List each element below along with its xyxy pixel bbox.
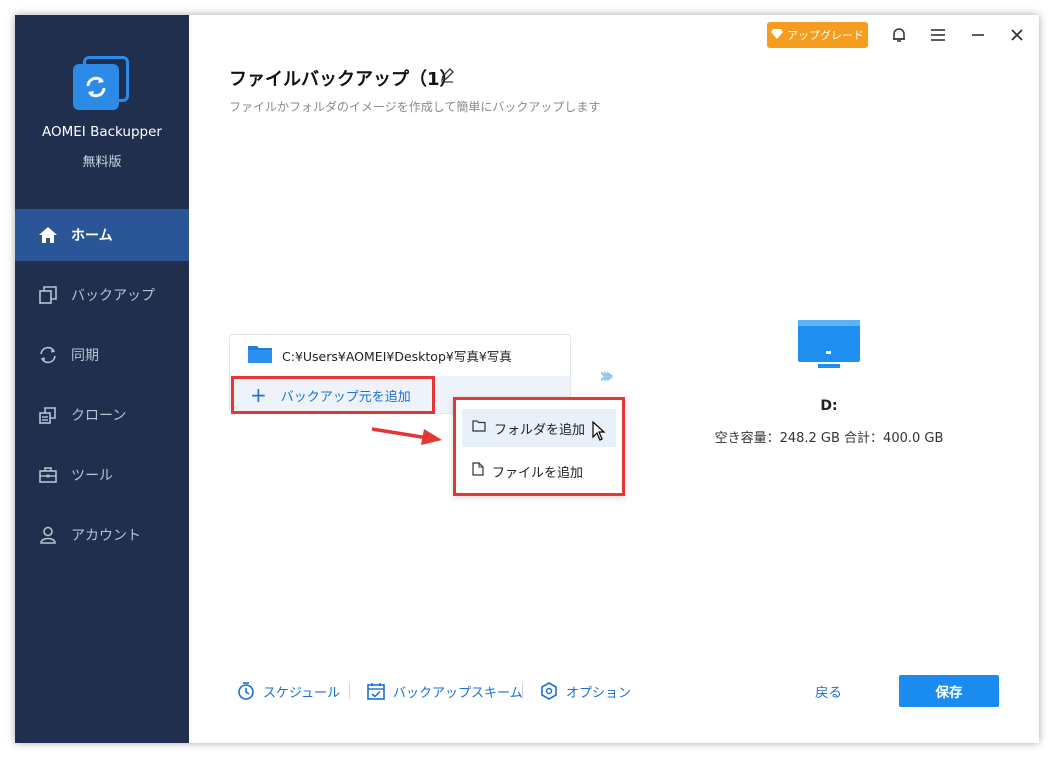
sidebar-item-tools[interactable]: ツール [15,449,189,501]
sidebar: AOMEI Backupper 無料版 ホーム バックアップ 同期 クローン ツ… [15,15,189,743]
sidebar-item-label: ホーム [71,228,113,244]
home-icon [37,224,59,246]
sidebar-item-label: ツール [71,468,113,484]
source-path: C:¥Users¥AOMEI¥Desktop¥写真¥写真 [282,348,512,364]
app-window: AOMEI Backupper 無料版 ホーム バックアップ 同期 クローン ツ… [15,15,1039,743]
sidebar-item-backup[interactable]: バックアップ [15,269,189,321]
folder-icon [248,343,272,367]
backup-scheme-link[interactable]: バックアップスキーム [367,678,523,704]
sidebar-item-label: アカウント [71,528,141,544]
add-source-label: バックアップ元を追加 [280,389,411,405]
menu-item-label: フォルダを追加 [494,422,586,438]
bell-icon[interactable] [889,25,909,45]
back-button[interactable]: 戻る [815,681,842,701]
options-link[interactable]: オプション [540,678,631,704]
clone-icon [37,404,59,426]
main-panel: アップグレード ファイルバックアップ（1） ファイルかフォルダのイメージを作成し… [189,15,1039,743]
mouse-cursor-icon [592,420,606,445]
menu-item-add-folder[interactable]: フォルダを追加 [462,409,616,447]
menu-item-add-file[interactable]: ファイルを追加 [462,452,616,490]
schedule-link[interactable]: スケジュール [237,678,340,704]
account-icon [37,524,59,546]
sidebar-item-label: バックアップ [71,288,155,304]
menu-icon[interactable] [928,25,948,45]
backup-icon [37,284,59,306]
destination-space: 空き容量：248.2 GB 合計：400.0 GB [714,431,944,446]
sync-icon [37,344,59,366]
destination-drive: D: [820,398,838,414]
page-subtitle: ファイルかフォルダのイメージを作成して簡単にバックアップします [229,100,601,114]
diamond-icon [771,28,783,43]
backup-scheme-label: バックアップスキーム [393,685,523,701]
file-outline-icon [472,462,484,480]
sidebar-item-label: クローン [71,408,127,424]
monitor-icon[interactable] [798,320,860,374]
app-edition: 無料版 [82,155,122,170]
add-source-button[interactable]: + バックアップ元を追加 [231,376,435,414]
sidebar-item-clone[interactable]: クローン [15,389,189,441]
app-name: AOMEI Backupper [42,124,162,140]
source-item[interactable]: C:¥Users¥AOMEI¥Desktop¥写真¥写真 [230,335,570,375]
page-title: ファイルバックアップ（1） [229,69,458,90]
sidebar-item-sync[interactable]: 同期 [15,329,189,381]
separator [522,683,523,699]
red-arrow-icon [370,423,442,449]
options-label: オプション [566,685,632,701]
add-source-dropdown: フォルダを追加 ファイルを追加 [453,397,625,496]
upgrade-label: アップグレード [787,29,864,42]
upgrade-button[interactable]: アップグレード [767,22,868,48]
schedule-label: スケジュール [263,685,341,701]
hexagon-gear-icon [540,682,558,700]
chevrons-right-icon: ››› [599,364,614,389]
save-button[interactable]: 保存 [899,675,999,707]
edit-icon[interactable] [439,67,455,87]
sidebar-item-account[interactable]: アカウント [15,509,189,561]
menu-item-label: ファイルを追加 [492,465,584,481]
minimize-icon[interactable] [968,25,988,45]
app-logo [73,56,129,112]
plus-icon: + [250,383,267,407]
folder-outline-icon [472,420,486,436]
separator [349,683,350,699]
close-icon[interactable] [1007,25,1027,45]
tools-icon [37,464,59,486]
sidebar-item-label: 同期 [71,348,99,364]
stopwatch-icon [237,682,255,700]
sidebar-item-home[interactable]: ホーム [15,209,189,261]
calendar-check-icon [367,682,385,700]
